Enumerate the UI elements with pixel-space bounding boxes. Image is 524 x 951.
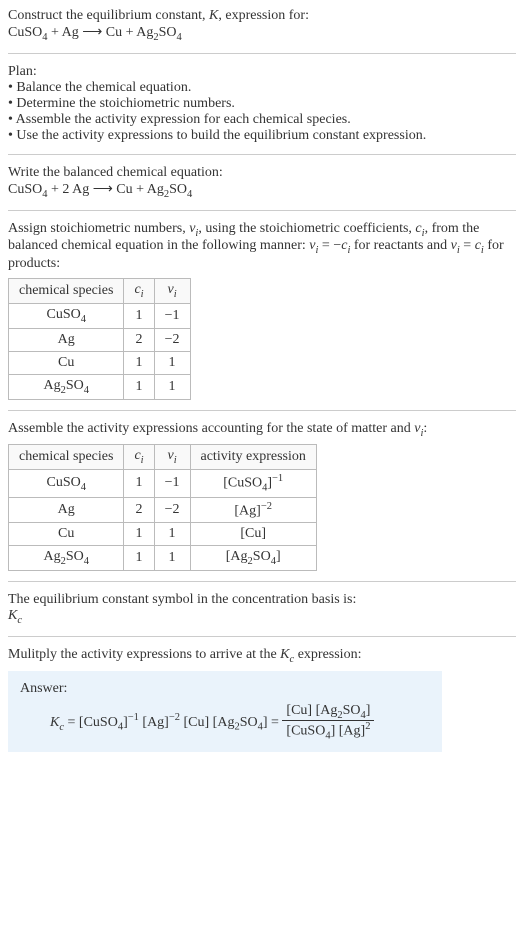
activity-cell: [Cu] (190, 523, 316, 546)
fraction-denominator: [CuSO4] [Ag]2 (282, 721, 374, 741)
c-cell: 2 (124, 328, 154, 351)
table-row: Ag 2 −2 [Ag]−2 (9, 497, 317, 523)
species-cell: Cu (9, 351, 124, 374)
table-header: chemical species (9, 279, 124, 304)
table-row: Cu 1 1 [Cu] (9, 523, 317, 546)
assemble-section: Assemble the activity expressions accoun… (8, 421, 516, 572)
table-header: activity expression (190, 445, 316, 470)
species-cell: Ag2SO4 (9, 374, 124, 399)
species-cell: Cu (9, 523, 124, 546)
species-cell: Ag (9, 328, 124, 351)
assign-section: Assign stoichiometric numbers, νi, using… (8, 221, 516, 400)
assemble-table: chemical species ci νi activity expressi… (8, 444, 317, 571)
species-cell: Ag (9, 497, 124, 523)
table-row: CuSO4 1 −1 (9, 303, 191, 328)
species-cell: CuSO4 (9, 303, 124, 328)
activity-cell: [Ag]−2 (190, 497, 316, 523)
plan-item: • Determine the stoichiometric numbers. (8, 96, 516, 112)
v-cell: 1 (154, 374, 190, 399)
multiply-section: Mulitply the activity expressions to arr… (8, 647, 516, 752)
divider (8, 53, 516, 54)
plan-section: Plan: • Balance the chemical equation. •… (8, 64, 516, 144)
balanced-title: Write the balanced chemical equation: (8, 165, 516, 181)
plan-title: Plan: (8, 64, 516, 80)
v-cell: 1 (154, 523, 190, 546)
plan-item: • Use the activity expressions to build … (8, 128, 516, 144)
balanced-section: Write the balanced chemical equation: Cu… (8, 165, 516, 200)
v-cell: −1 (154, 470, 190, 497)
question-section: Construct the equilibrium constant, K, e… (8, 8, 516, 43)
c-cell: 1 (124, 351, 154, 374)
plan-item: • Balance the chemical equation. (8, 80, 516, 96)
c-cell: 1 (124, 303, 154, 328)
v-cell: −1 (154, 303, 190, 328)
divider (8, 636, 516, 637)
table-row: Cu 1 1 (9, 351, 191, 374)
assemble-text: Assemble the activity expressions accoun… (8, 421, 516, 439)
answer-expression: Kc = [CuSO4]−1 [Ag]−2 [Cu] [Ag2SO4] = [C… (20, 703, 430, 742)
c-cell: 1 (124, 374, 154, 399)
table-row: Ag2SO4 1 1 (9, 374, 191, 399)
table-header-row: chemical species ci νi activity expressi… (9, 445, 317, 470)
divider (8, 410, 516, 411)
question-line1: Construct the equilibrium constant, K, e… (8, 8, 516, 24)
fraction-numerator: [Cu] [Ag2SO4] (282, 703, 374, 722)
question-equation: CuSO4 + Ag ⟶ Cu + Ag2SO4 (8, 24, 516, 43)
c-cell: 1 (124, 523, 154, 546)
symbol-line1: The equilibrium constant symbol in the c… (8, 592, 516, 608)
species-cell: CuSO4 (9, 470, 124, 497)
v-cell: −2 (154, 497, 190, 523)
activity-cell: [Ag2SO4] (190, 546, 316, 571)
divider (8, 210, 516, 211)
plan-item: • Assemble the activity expression for e… (8, 112, 516, 128)
table-header-row: chemical species ci νi (9, 279, 191, 304)
table-row: Ag2SO4 1 1 [Ag2SO4] (9, 546, 317, 571)
v-cell: 1 (154, 546, 190, 571)
symbol-section: The equilibrium constant symbol in the c… (8, 592, 516, 626)
answer-label: Answer: (20, 681, 430, 697)
divider (8, 154, 516, 155)
symbol-line2: Kc (8, 608, 516, 626)
c-cell: 1 (124, 546, 154, 571)
divider (8, 581, 516, 582)
v-cell: 1 (154, 351, 190, 374)
table-header: chemical species (9, 445, 124, 470)
answer-box: Answer: Kc = [CuSO4]−1 [Ag]−2 [Cu] [Ag2S… (8, 671, 442, 752)
species-cell: Ag2SO4 (9, 546, 124, 571)
v-cell: −2 (154, 328, 190, 351)
balanced-equation: CuSO4 + 2 Ag ⟶ Cu + Ag2SO4 (8, 181, 516, 200)
table-row: Ag 2 −2 (9, 328, 191, 351)
multiply-text: Mulitply the activity expressions to arr… (8, 647, 516, 665)
table-row: CuSO4 1 −1 [CuSO4]−1 (9, 470, 317, 497)
table-header: ci (124, 445, 154, 470)
c-cell: 2 (124, 497, 154, 523)
table-header: ci (124, 279, 154, 304)
table-header: νi (154, 445, 190, 470)
assign-table: chemical species ci νi CuSO4 1 −1 Ag 2 −… (8, 278, 191, 399)
assign-text: Assign stoichiometric numbers, νi, using… (8, 221, 516, 273)
activity-cell: [CuSO4]−1 (190, 470, 316, 497)
table-header: νi (154, 279, 190, 304)
c-cell: 1 (124, 470, 154, 497)
fraction: [Cu] [Ag2SO4] [CuSO4] [Ag]2 (282, 703, 374, 742)
